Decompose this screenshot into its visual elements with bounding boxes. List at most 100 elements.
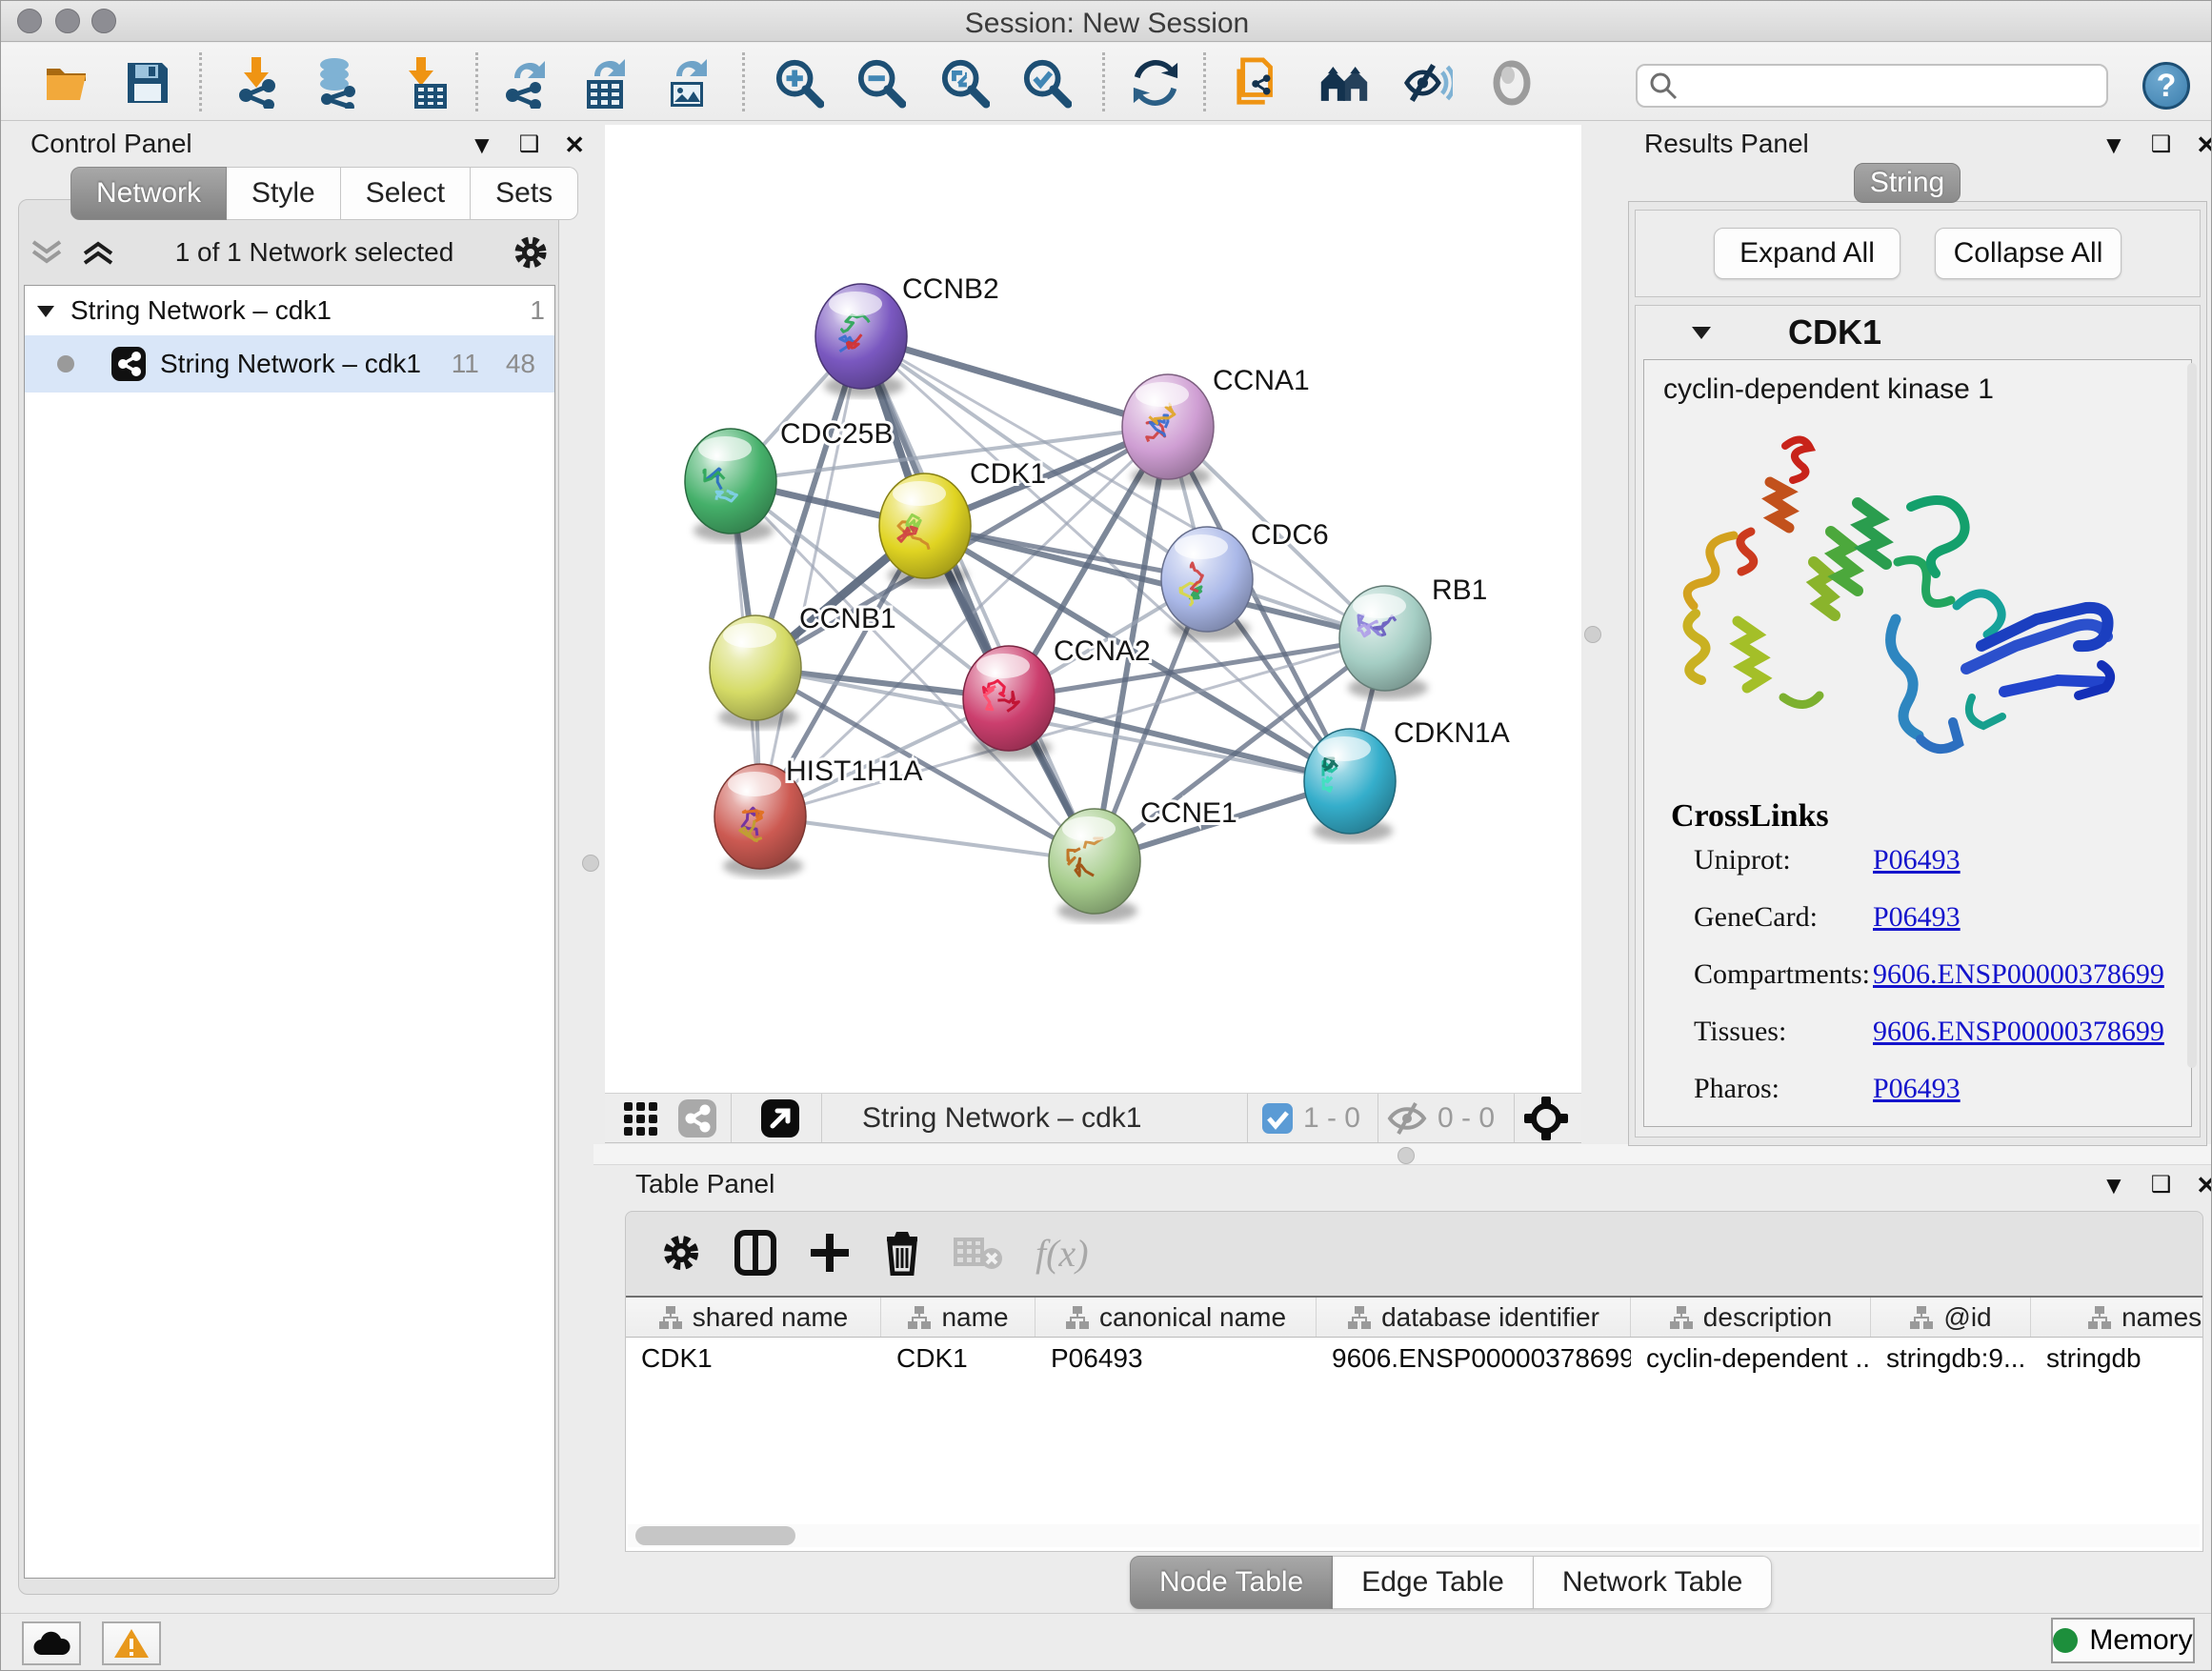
network-options-gear-icon[interactable] (512, 233, 550, 272)
table-cell[interactable]: CDK1 (881, 1338, 1036, 1379)
maximize-panel-icon[interactable]: ❑ (2151, 133, 2172, 156)
table-hscrollbar[interactable] (628, 1524, 2200, 1547)
export-image-icon[interactable] (662, 58, 712, 108)
node-RB1[interactable]: RB1 (1339, 574, 1487, 699)
maximize-panel-icon[interactable]: ❑ (2151, 1174, 2172, 1197)
cdk1-section-header[interactable]: CDK1 (1636, 306, 2200, 359)
zoom-selected-icon[interactable] (1022, 58, 1072, 108)
network-row-selected[interactable]: String Network – cdk1 11 48 (25, 335, 554, 393)
table-cell[interactable]: stringdb (2031, 1338, 2202, 1379)
edge-HIST1H1A-CCNE1[interactable] (760, 816, 1095, 861)
node-CCNE1[interactable]: CCNE1 (1049, 797, 1237, 922)
node-label-CCNB2: CCNB2 (902, 273, 999, 305)
zoom-fit-icon[interactable] (940, 58, 990, 108)
first-neighbors-icon[interactable] (1319, 58, 1369, 108)
export-table-icon[interactable] (580, 58, 630, 108)
table-cell[interactable]: CDK1 (626, 1338, 881, 1379)
close-panel-icon[interactable]: ✕ (2196, 132, 2212, 157)
node-CDC6[interactable]: CDC6 (1161, 519, 1329, 640)
crosslink-link[interactable]: 9606.ENSP00000378699 (1873, 1016, 2164, 1048)
tab-sets[interactable]: Sets (471, 167, 578, 220)
left-splitter-handle-icon[interactable] (582, 855, 599, 872)
zoom-out-icon[interactable] (856, 58, 906, 108)
crosslink-link[interactable]: P06493 (1873, 1073, 1961, 1105)
float-panel-icon[interactable]: ▼ (2101, 132, 2126, 157)
open-session-icon[interactable] (43, 58, 92, 108)
edge-CCNB2-CCNA1[interactable] (861, 336, 1168, 427)
collapse-all-icon[interactable] (28, 236, 66, 269)
delete-column-icon[interactable] (883, 1230, 921, 1276)
clone-network-icon[interactable] (1234, 58, 1283, 108)
table-options-gear-icon[interactable] (660, 1232, 702, 1274)
tab-network[interactable]: Network (70, 167, 227, 220)
table-cell[interactable]: P06493 (1036, 1338, 1317, 1379)
memory-button[interactable]: Memory (2051, 1618, 2195, 1663)
tab-string[interactable]: String (1854, 163, 1961, 203)
show-columns-icon[interactable] (734, 1230, 776, 1276)
edge-CCNB2-HIST1H1A[interactable] (760, 336, 861, 816)
close-panel-icon[interactable]: ✕ (564, 132, 585, 157)
hide-selected-icon[interactable] (1403, 58, 1453, 108)
add-column-icon[interactable] (809, 1232, 851, 1274)
cloud-service-button[interactable] (22, 1621, 81, 1665)
warnings-button[interactable] (102, 1621, 161, 1665)
import-network-icon[interactable] (231, 58, 281, 108)
show-all-icon[interactable] (1487, 58, 1537, 108)
bottom-splitter-handle-icon[interactable] (1398, 1147, 1415, 1164)
node-CDC25B[interactable]: CDC25B (685, 418, 893, 542)
expand-all-button[interactable]: Expand All (1714, 228, 1900, 279)
network-collection-row[interactable]: String Network – cdk1 1 (25, 286, 554, 335)
share-view-icon[interactable] (677, 1098, 717, 1138)
import-database-icon[interactable] (312, 58, 361, 108)
column-header-description[interactable]: description (1631, 1298, 1871, 1337)
refresh-icon[interactable] (1131, 58, 1180, 108)
table-cell[interactable]: stringdb:9... (1871, 1338, 2031, 1379)
crosslink-link[interactable]: P06493 (1873, 901, 1961, 934)
column-header--id[interactable]: @id (1871, 1298, 2031, 1337)
column-header-namespace[interactable]: namespace (2031, 1298, 2202, 1337)
string-network-graph[interactable]: CCNB2CCNA1CDC25BCDK1CDC6RB1CCNB1CCNA2CDK… (605, 125, 1581, 1093)
close-panel-icon[interactable]: ✕ (2196, 1173, 2212, 1198)
column-header-name[interactable]: name (881, 1298, 1036, 1337)
maximize-panel-icon[interactable]: ❑ (519, 133, 540, 156)
tab-select[interactable]: Select (341, 167, 471, 220)
right-splitter-handle-icon[interactable] (1584, 626, 1601, 643)
float-panel-icon[interactable]: ▼ (470, 132, 494, 157)
expand-all-icon[interactable] (79, 236, 117, 269)
table-cell[interactable]: 9606.ENSP00000378699 (1317, 1338, 1631, 1379)
birdseye-pan-icon[interactable] (1524, 1097, 1568, 1140)
open-in-window-icon[interactable] (760, 1098, 800, 1138)
tab-style[interactable]: Style (227, 167, 341, 220)
toolbar-separator (475, 52, 478, 111)
hidden-nodes-eye-icon[interactable] (1386, 1100, 1428, 1137)
birdseye-grid-icon[interactable] (622, 1098, 662, 1138)
search-input[interactable] (1685, 70, 2106, 102)
section-expander-icon[interactable] (1689, 322, 1714, 343)
tab-edge-table[interactable]: Edge Table (1333, 1556, 1534, 1609)
save-session-icon[interactable] (123, 58, 172, 108)
column-header-database-identifier[interactable]: database identifier (1317, 1298, 1631, 1337)
node-HIST1H1A[interactable]: HIST1H1A (714, 755, 922, 877)
collapse-all-button[interactable]: Collapse All (1935, 228, 2122, 279)
help-icon[interactable]: ? (2142, 62, 2190, 110)
float-panel-icon[interactable]: ▼ (2101, 1173, 2126, 1198)
network-view-canvas[interactable]: CCNB2CCNA1CDC25BCDK1CDC6RB1CCNB1CCNA2CDK… (605, 125, 1581, 1093)
node-CCNB1[interactable]: CCNB1 (710, 603, 896, 729)
column-header-shared-name[interactable]: shared name (626, 1298, 881, 1337)
column-header-canonical-name[interactable]: canonical name (1036, 1298, 1317, 1337)
node-CDKN1A[interactable]: CDKN1A (1304, 717, 1510, 842)
table-row[interactable]: CDK1CDK1P064939606.ENSP00000378699cyclin… (626, 1338, 2202, 1379)
selected-nodes-checkbox-icon[interactable] (1261, 1102, 1294, 1135)
tree-expander-icon[interactable] (34, 301, 57, 320)
results-scrollbar[interactable] (2187, 363, 2197, 1068)
tab-network-table[interactable]: Network Table (1534, 1556, 1773, 1609)
crosslink-link[interactable]: 9606.ENSP00000378699 (1873, 958, 2164, 991)
import-table-icon[interactable] (399, 58, 449, 108)
node-CCNA1[interactable]: CCNA1 (1122, 365, 1310, 488)
table-hscroll-thumb[interactable] (635, 1526, 795, 1545)
export-network-icon[interactable] (500, 58, 550, 108)
tab-node-table[interactable]: Node Table (1130, 1556, 1333, 1609)
zoom-in-icon[interactable] (774, 58, 824, 108)
crosslink-link[interactable]: P06493 (1873, 844, 1961, 876)
table-cell[interactable]: cyclin-dependent ... (1631, 1338, 1871, 1379)
